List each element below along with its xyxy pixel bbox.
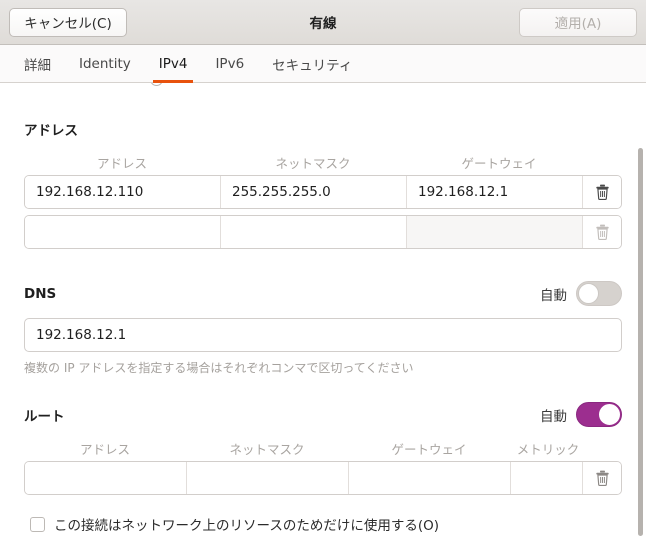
delete-address-button-1[interactable] [583, 176, 621, 208]
routes-column-gateway: ゲートウェイ [391, 442, 467, 457]
tab-security-label: セキュリティ [272, 57, 353, 74]
routes-auto-toggle[interactable] [576, 402, 622, 427]
cancel-button-label[interactable]: キャンセル(C) [9, 7, 127, 37]
gateway-input-2[interactable] [407, 216, 583, 248]
trash-icon [595, 184, 609, 200]
dns-auto-group: 自動 [540, 281, 622, 306]
addresses-column-address: アドレス [96, 156, 147, 171]
routes-column-metric: メトリック [516, 442, 580, 457]
cancel-button[interactable]: キャンセル(C) [9, 7, 127, 37]
route-metric-input-1[interactable] [511, 462, 583, 494]
routes-auto-group: 自動 [540, 402, 622, 427]
tab-ipv4[interactable]: IPv4 [145, 45, 202, 83]
ipv4-settings-panel: アドレス アドレス ネットマスク ゲートウェイ 192.168.12.110 2… [0, 83, 646, 543]
netmask-input-1[interactable]: 255.255.255.0 [221, 176, 407, 208]
route-netmask-input-1[interactable] [187, 462, 349, 494]
route-gateway-input-1[interactable] [349, 462, 511, 494]
routes-column-headers: アドレス ネットマスク ゲートウェイ メトリック [24, 439, 622, 461]
tab-details[interactable]: 詳細 [10, 45, 65, 82]
address-input-2[interactable] [25, 216, 221, 248]
apply-button-label[interactable]: 適用(A) [519, 7, 637, 37]
tab-ipv6[interactable]: IPv6 [201, 45, 258, 82]
tab-bar: 詳細 Identity IPv4 IPv6 セキュリティ [0, 45, 646, 83]
restrict-connection-checkbox[interactable] [30, 516, 45, 532]
tab-identity-label: Identity [79, 55, 131, 72]
dns-auto-label: 自動 [540, 287, 567, 304]
tab-security[interactable]: セキュリティ [258, 45, 366, 82]
addresses-column-netmask: ネットマスク [275, 156, 351, 171]
apply-button[interactable]: 適用(A) [519, 7, 637, 37]
tab-ipv4-label: IPv4 [158, 55, 188, 72]
trash-icon [595, 470, 609, 486]
vertical-scrollbar[interactable] [638, 83, 643, 543]
tab-ipv6-label: IPv6 [215, 55, 245, 72]
restrict-connection-row[interactable]: この接続はネットワーク上のリソースのためだけに使用する(O) [24, 514, 622, 534]
delete-address-button-2[interactable] [583, 216, 621, 248]
address-input-1[interactable]: 192.168.12.110 [25, 176, 221, 208]
gateway-input-1[interactable]: 192.168.12.1 [407, 176, 583, 208]
routes-header-row: ルート 自動 [24, 402, 622, 427]
routes-auto-label: 自動 [540, 408, 567, 425]
address-row [24, 215, 622, 249]
dialog-header-bar: キャンセル(C) 有線 適用(A) [0, 0, 646, 45]
toggle-knob [599, 404, 620, 425]
tab-details-label: 詳細 [24, 57, 51, 74]
trash-icon [595, 224, 609, 240]
dns-section-title: DNS [24, 285, 57, 302]
routes-section-title: ルート [24, 408, 65, 425]
toggle-knob [578, 283, 599, 304]
clipped-method-row[interactable] [150, 83, 163, 88]
route-address-input-1[interactable] [25, 462, 187, 494]
scrollbar-thumb[interactable] [638, 148, 643, 536]
dns-auto-toggle[interactable] [576, 281, 622, 306]
route-row [24, 461, 622, 495]
dns-header-row: DNS 自動 [24, 281, 622, 306]
restrict-connection-label: この接続はネットワーク上のリソースのためだけに使用する(O) [54, 518, 439, 534]
delete-route-button-1[interactable] [583, 462, 621, 494]
address-row: 192.168.12.110 255.255.255.0 192.168.12.… [24, 175, 622, 209]
netmask-input-2[interactable] [221, 216, 407, 248]
tab-identity[interactable]: Identity [65, 45, 145, 82]
dns-hint-text: 複数の IP アドレスを指定する場合はそれぞれコンマで区切ってください [24, 361, 414, 375]
addresses-column-gateway: ゲートウェイ [461, 156, 537, 171]
routes-column-address: アドレス [79, 442, 130, 457]
addresses-column-headers: アドレス ネットマスク ゲートウェイ [24, 153, 622, 175]
routes-column-netmask: ネットマスク [229, 442, 305, 457]
radio-icon[interactable] [150, 83, 163, 86]
dns-servers-input[interactable]: 192.168.12.1 [24, 318, 622, 352]
addresses-section-title: アドレス [24, 123, 78, 139]
